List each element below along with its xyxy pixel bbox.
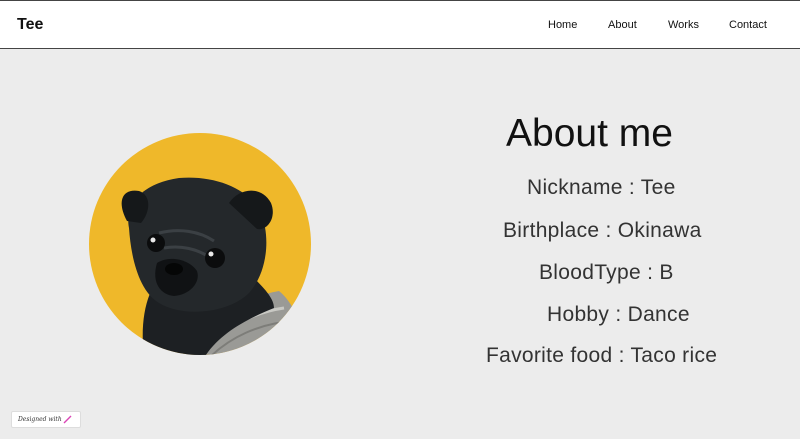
nav-contact[interactable]: Contact bbox=[729, 19, 767, 31]
nav-home[interactable]: Home bbox=[548, 19, 577, 31]
profile-avatar bbox=[89, 133, 311, 355]
pencil-icon bbox=[63, 415, 72, 430]
info-favorite-food: Favorite food : Taco rice bbox=[486, 344, 718, 367]
nav-about[interactable]: About bbox=[608, 19, 637, 31]
info-hobby: Hobby : Dance bbox=[547, 303, 690, 326]
badge-text: Designed with bbox=[18, 416, 62, 423]
pug-image bbox=[121, 177, 307, 355]
about-title: About me bbox=[506, 112, 673, 155]
info-birthplace: Birthplace : Okinawa bbox=[503, 219, 702, 242]
nav-works[interactable]: Works bbox=[668, 19, 699, 31]
main-nav: Home About Works Contact bbox=[0, 19, 800, 35]
info-bloodtype: BloodType : B bbox=[539, 261, 674, 284]
designed-with-badge[interactable]: Designed with bbox=[11, 411, 81, 428]
info-nickname: Nickname : Tee bbox=[527, 176, 676, 199]
site-header: Tee Home About Works Contact bbox=[0, 0, 800, 49]
